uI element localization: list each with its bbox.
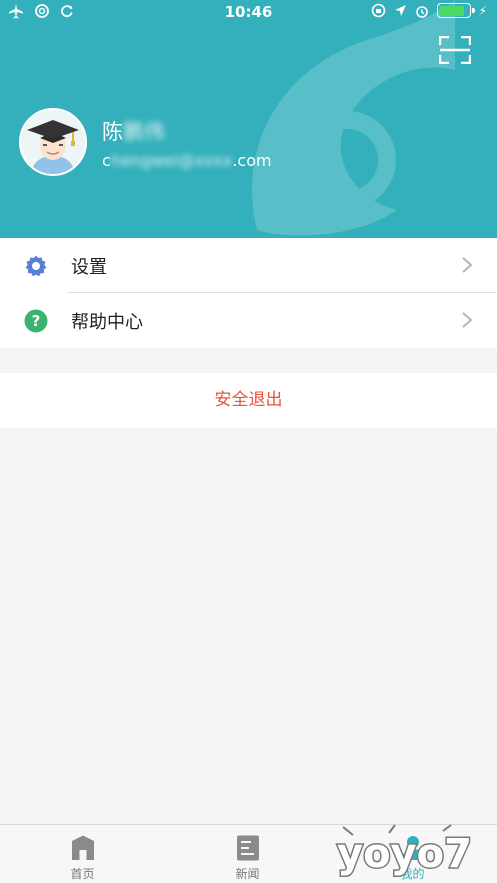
battery-icon (436, 3, 475, 18)
help-icon: ? (24, 309, 48, 333)
logout-button[interactable]: 安全退出 (0, 373, 497, 428)
news-icon (236, 835, 259, 861)
menu-item-help-center[interactable]: ? 帮助中心 (0, 293, 497, 348)
chevron-right-icon (462, 257, 473, 273)
site-watermark-logo: yoyo7 (336, 824, 473, 879)
chevron-right-icon (462, 312, 473, 328)
menu-list: 设置 ? 帮助中心 (0, 238, 497, 348)
user-name: 陈鹏伟 (102, 120, 165, 144)
scan-button[interactable] (439, 36, 471, 64)
menu-item-label: 设置 (71, 257, 107, 278)
menu-item-label: 帮助中心 (71, 312, 143, 333)
alarm-icon (415, 5, 428, 18)
gear-icon (25, 255, 47, 277)
menu-item-settings[interactable]: 设置 (0, 238, 497, 293)
graduate-avatar-icon (21, 110, 85, 174)
home-icon (71, 835, 94, 860)
profile-header: 10:46 ⚡ 陈鹏伟 chengwei@xxxx.com (0, 0, 497, 238)
tab-home[interactable]: 首页 (0, 825, 165, 883)
svg-text:yoyo7: yoyo7 (337, 831, 472, 877)
orientation-lock-icon (371, 3, 385, 18)
charging-icon: ⚡ (478, 3, 487, 18)
status-bar: 10:46 ⚡ (0, 0, 497, 26)
avatar[interactable] (19, 108, 87, 176)
header-decoration (251, 0, 455, 236)
svg-text:?: ? (32, 312, 41, 330)
user-email: chengwei@xxxx.com (102, 151, 272, 170)
tab-news[interactable]: 新闻 (165, 825, 330, 883)
tab-label: 首页 (70, 867, 95, 881)
tab-label: 新闻 (235, 867, 260, 881)
profile-screen: 10:46 ⚡ 陈鹏伟 chengwei@xxxx.com 设置 ? 帮助中心 … (0, 0, 497, 883)
location-icon (394, 5, 406, 16)
